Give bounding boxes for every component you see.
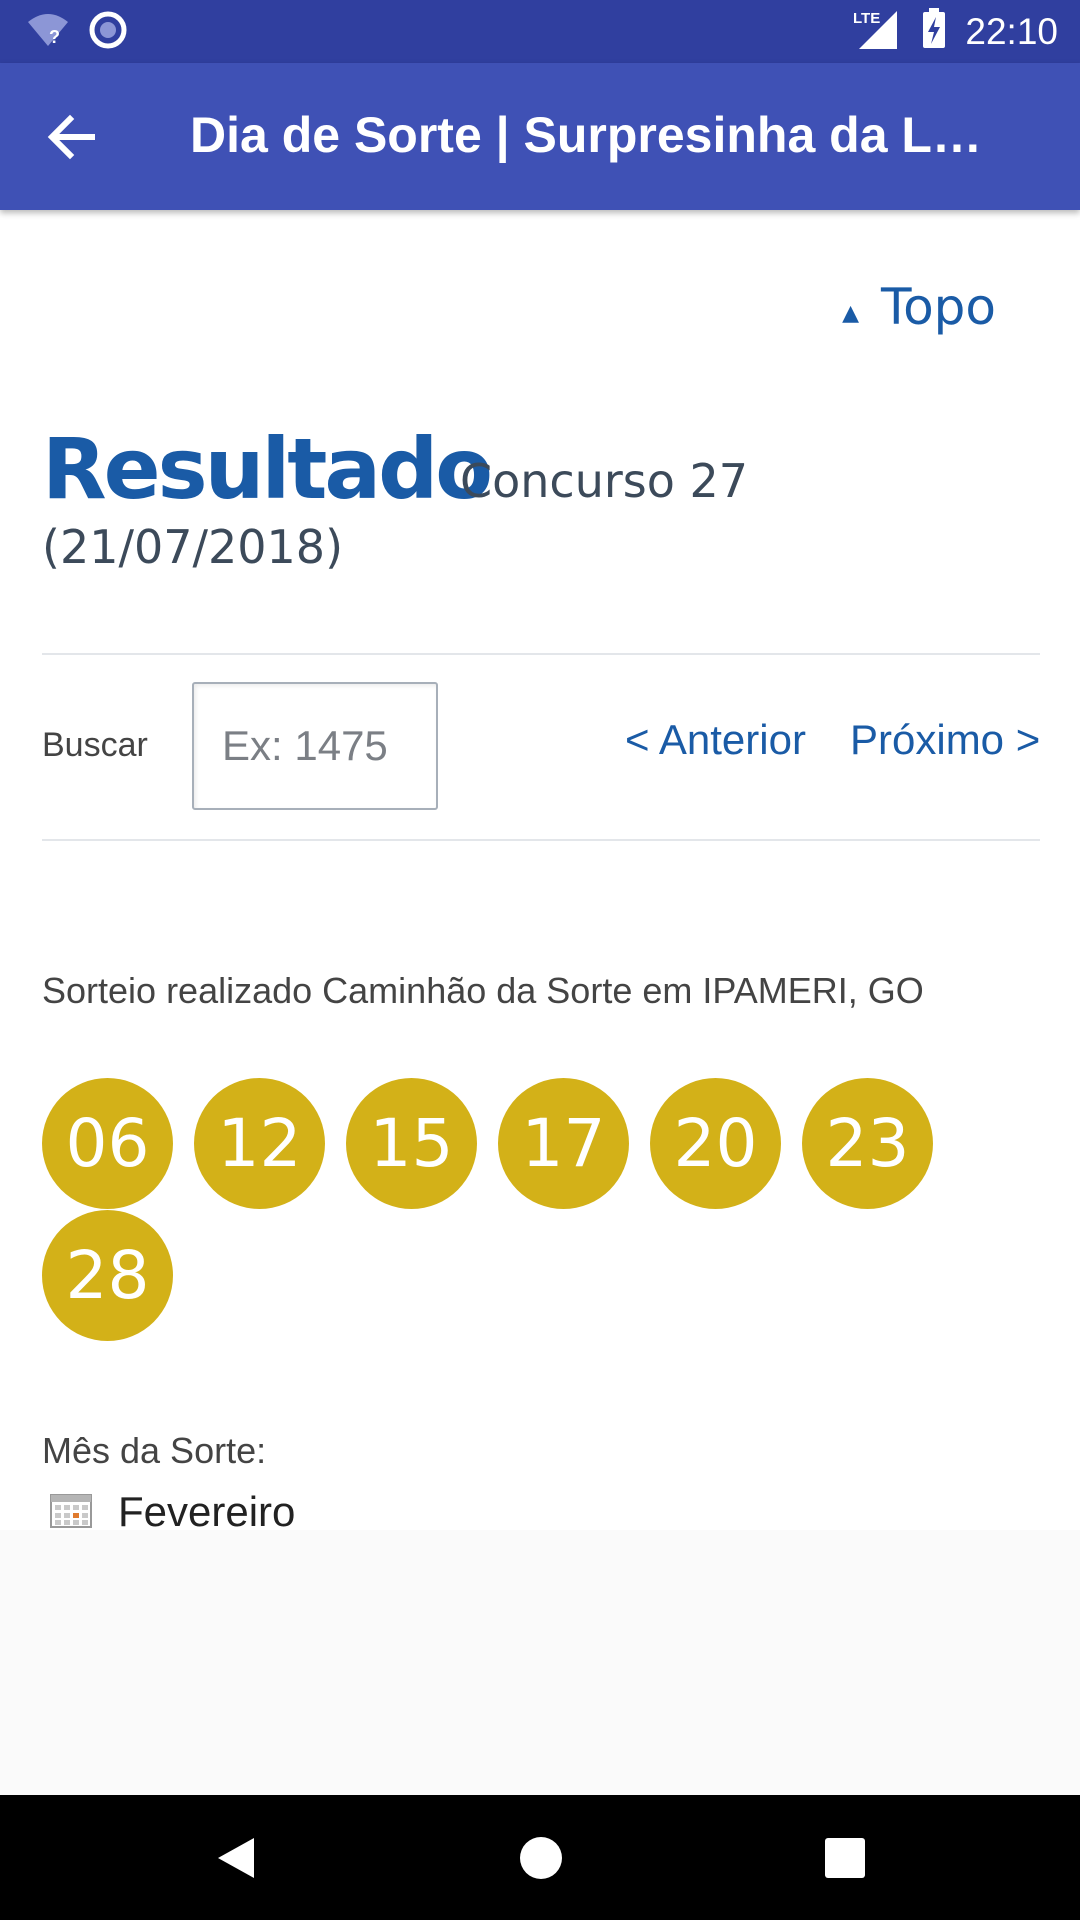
number-ball: 15 xyxy=(346,1078,477,1209)
draw-location-text: Sorteio realizado Caminhão da Sorte em I… xyxy=(42,970,924,1011)
network-label: LTE xyxy=(853,10,880,27)
result-title: Resultado xyxy=(42,420,493,518)
lucky-month-value: Fevereiro xyxy=(118,1488,296,1535)
main-content: ▲ Topo Resultado Concurso 27 (21/07/2018… xyxy=(0,210,1080,1535)
divider xyxy=(42,839,1040,841)
search-input[interactable] xyxy=(192,682,438,810)
lte-signal-icon: LTE xyxy=(851,7,903,56)
previous-link[interactable]: < Anterior xyxy=(625,716,806,764)
topo-link[interactable]: ▲ Topo xyxy=(842,278,996,336)
back-button[interactable] xyxy=(44,109,100,165)
home-circle-icon xyxy=(519,1836,562,1879)
app-title: Dia de Sorte | Surpresinha da Lot… xyxy=(190,107,1010,163)
calendar-icon xyxy=(50,1492,92,1533)
arrow-left-icon xyxy=(47,114,95,160)
number-ball: 17 xyxy=(498,1078,629,1209)
next-link[interactable]: Próximo > xyxy=(850,716,1040,764)
topo-label: Topo xyxy=(881,278,996,336)
clock: 22:10 xyxy=(965,10,1058,52)
app-bar: Dia de Sorte | Surpresinha da Lot… xyxy=(0,63,1080,210)
system-nav-bar xyxy=(0,1795,1080,1920)
number-ball: 20 xyxy=(650,1078,781,1209)
nav-home-button[interactable] xyxy=(478,1795,603,1920)
lucky-month-label: Mês da Sorte: xyxy=(42,1430,267,1471)
result-date: (21/07/2018) xyxy=(42,520,344,574)
recents-square-icon xyxy=(824,1837,865,1878)
concurso-number: Concurso 27 xyxy=(460,454,749,508)
nav-back-button[interactable] xyxy=(173,1795,298,1920)
lucky-month-row: Fevereiro xyxy=(50,1488,295,1536)
svg-text:?: ? xyxy=(49,27,60,47)
nav-recents-button[interactable] xyxy=(782,1795,907,1920)
sync-icon xyxy=(88,10,128,55)
back-triangle-icon xyxy=(217,1837,254,1878)
number-ball: 23 xyxy=(802,1078,933,1209)
status-bar: ? LTE 22:10 xyxy=(0,0,1080,63)
number-ball: 12 xyxy=(194,1078,325,1209)
wifi-unknown-icon: ? xyxy=(26,12,70,53)
search-label: Buscar xyxy=(42,726,148,764)
triangle-up-icon: ▲ xyxy=(842,300,860,326)
blank-area xyxy=(0,1530,1080,1795)
number-ball: 28 xyxy=(42,1210,173,1341)
divider xyxy=(42,653,1040,655)
number-ball: 06 xyxy=(42,1078,173,1209)
battery-charging-icon xyxy=(921,8,947,55)
